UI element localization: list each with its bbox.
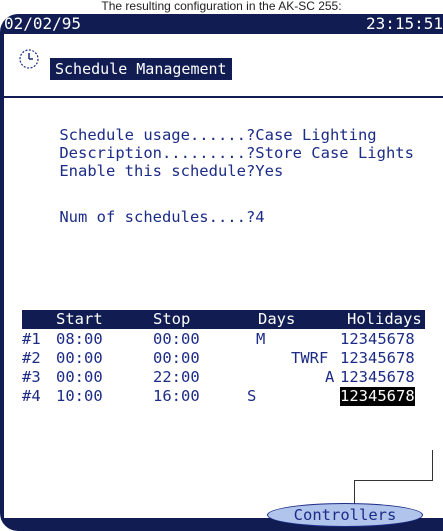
- column-header-stop: Stop: [153, 310, 191, 328]
- field-value[interactable]: 4: [255, 208, 264, 226]
- field-label: Enable this schedule?: [59, 162, 256, 180]
- stop-time-cell[interactable]: 00:00: [153, 349, 200, 368]
- holidays-cell[interactable]: 12345678: [340, 368, 415, 387]
- row-number: #2: [22, 349, 41, 367]
- schedule-table-header: Start Stop Days Holidays: [22, 310, 425, 329]
- row-number: #4: [22, 387, 41, 405]
- field-value[interactable]: Yes: [255, 162, 283, 180]
- status-bar: 02/02/95 23:15:51: [0, 14, 443, 34]
- terminal-screen: 02/02/95 23:15:51 Schedule Management Sc…: [0, 14, 443, 531]
- column-header-holidays: Holidays: [347, 310, 422, 328]
- days-cell[interactable]: S: [247, 387, 256, 406]
- frame-left-border: [0, 34, 4, 531]
- page-caption: The resulting configuration in the AK-SC…: [101, 0, 342, 13]
- column-header-start: Start: [56, 310, 103, 328]
- controllers-button[interactable]: Controllers: [267, 503, 423, 527]
- status-time: 23:15:51: [365, 14, 443, 33]
- start-time-cell[interactable]: 00:00: [56, 368, 103, 387]
- holidays-cell-selected[interactable]: 12345678: [340, 387, 415, 406]
- status-date: 02/02/95: [4, 14, 82, 33]
- row-number: #1: [22, 330, 41, 348]
- days-cell[interactable]: A: [325, 368, 334, 387]
- holidays-cell[interactable]: 12345678: [340, 349, 415, 368]
- column-header-days: Days: [258, 310, 296, 328]
- days-cell[interactable]: TWRF: [291, 349, 328, 368]
- stop-time-cell[interactable]: 22:00: [153, 368, 200, 387]
- holidays-cell[interactable]: 12345678: [340, 330, 415, 349]
- stop-time-cell[interactable]: 00:00: [153, 330, 200, 349]
- clock-icon: [19, 49, 39, 69]
- start-time-cell[interactable]: 10:00: [56, 387, 103, 406]
- start-time-cell[interactable]: 00:00: [56, 349, 103, 368]
- callout-line: [354, 480, 355, 504]
- page-title: Schedule Management: [50, 58, 232, 80]
- callout-line: [432, 450, 433, 481]
- callout-line: [354, 480, 433, 481]
- field-num-schedules[interactable]: Num of schedules....?4: [22, 190, 264, 244]
- row-number: #3: [22, 368, 41, 386]
- stop-time-cell[interactable]: 16:00: [153, 387, 200, 406]
- title-divider: [4, 96, 443, 98]
- field-label: Num of schedules....?: [59, 208, 256, 226]
- start-time-cell[interactable]: 08:00: [56, 330, 103, 349]
- days-cell[interactable]: M: [256, 330, 265, 349]
